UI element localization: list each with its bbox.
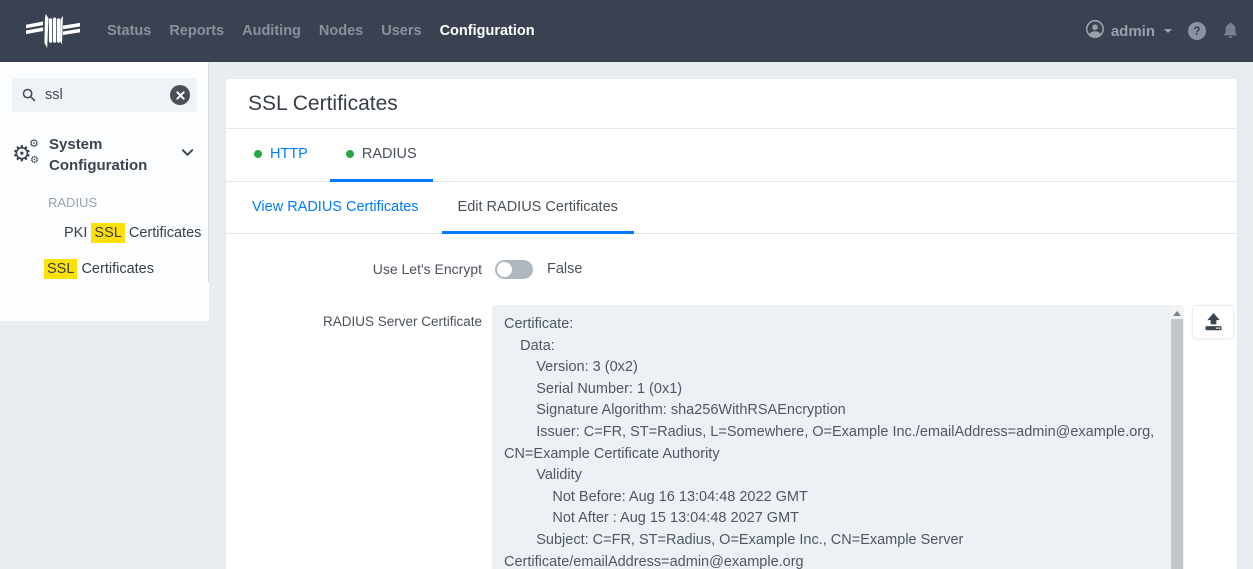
- subtab-edit-radius-certificates[interactable]: Edit RADIUS Certificates: [442, 182, 634, 234]
- scrollbar-thumb[interactable]: [1171, 319, 1183, 569]
- nav-item-configuration[interactable]: Configuration: [431, 17, 544, 45]
- scroll-up-arrow-icon[interactable]: [1173, 311, 1181, 316]
- nav-item-users[interactable]: Users: [372, 17, 430, 45]
- search-highlight: SSL: [91, 223, 124, 243]
- upload-certificate-button[interactable]: [1192, 305, 1234, 339]
- subtabs-row: View RADIUS Certificates Edit RADIUS Cer…: [226, 182, 1237, 234]
- packetfence-logo-icon[interactable]: [26, 8, 82, 54]
- nav-item-auditing[interactable]: Auditing: [233, 17, 310, 45]
- certificate-scrollbar[interactable]: [1170, 305, 1184, 569]
- chevron-down-icon: [180, 145, 195, 165]
- main-card: SSL Certificates HTTP RADIUS View RADIUS…: [225, 78, 1238, 569]
- top-navbar: Status Reports Auditing Nodes Users Conf…: [0, 0, 1253, 62]
- svg-text:?: ?: [1193, 24, 1200, 38]
- system-configuration-label: System Configuration: [49, 134, 176, 176]
- search-icon: [22, 88, 36, 102]
- certificate-field-wrapper: Certificate: Data: Version: 3 (0x2) Seri…: [492, 305, 1184, 569]
- sidebar-item-pki-ssl-certificates[interactable]: PKI SSL Certificates: [64, 225, 209, 241]
- notifications-bell-icon[interactable]: [1222, 22, 1239, 40]
- help-button[interactable]: ?: [1188, 22, 1206, 40]
- lets-encrypt-row: Use Let's Encrypt False: [226, 250, 1237, 288]
- sidebar-group-radius: RADIUS: [48, 195, 209, 210]
- sidebar: ⚙ ⚙ ⚙ System Configuration RADIUS PKI SS…: [0, 62, 209, 321]
- page-title: SSL Certificates: [248, 92, 398, 116]
- sidebar-item-ssl-certificates[interactable]: SSL Certificates: [44, 261, 209, 277]
- search-input[interactable]: [45, 87, 170, 103]
- status-dot-icon: [254, 150, 262, 158]
- navbar-right: admin ?: [1086, 20, 1239, 43]
- nav-item-status[interactable]: Status: [98, 17, 160, 45]
- edit-radius-form: Use Let's Encrypt False RADIUS Server Ce…: [226, 234, 1237, 569]
- chevron-down-icon: [1164, 29, 1172, 33]
- tabs-row: HTTP RADIUS: [226, 129, 1237, 182]
- subtab-view-radius-certificates[interactable]: View RADIUS Certificates: [236, 182, 435, 234]
- search-highlight: SSL: [44, 259, 77, 279]
- gears-icon: ⚙ ⚙ ⚙: [12, 140, 42, 170]
- tab-radius[interactable]: RADIUS: [330, 129, 433, 182]
- nav-item-reports[interactable]: Reports: [160, 17, 233, 45]
- lets-encrypt-toggle[interactable]: [495, 260, 533, 279]
- status-dot-icon: [346, 150, 354, 158]
- nav-item-nodes[interactable]: Nodes: [310, 17, 372, 45]
- tab-http[interactable]: HTTP: [238, 129, 324, 182]
- sidebar-divider: [208, 62, 209, 282]
- sidebar-item-system-configuration[interactable]: ⚙ ⚙ ⚙ System Configuration: [0, 134, 209, 176]
- person-circle-icon: [1086, 20, 1104, 43]
- main-nav: Status Reports Auditing Nodes Users Conf…: [98, 17, 544, 45]
- certificate-row: RADIUS Server Certificate Certificate: D…: [226, 305, 1237, 569]
- radius-server-certificate-input[interactable]: Certificate: Data: Version: 3 (0x2) Seri…: [492, 305, 1184, 569]
- user-name: admin: [1111, 23, 1155, 40]
- clear-search-button[interactable]: [170, 85, 190, 105]
- lets-encrypt-value: False: [547, 261, 582, 277]
- lets-encrypt-label: Use Let's Encrypt: [226, 261, 482, 277]
- sidebar-search: [12, 78, 197, 112]
- toggle-knob: [497, 262, 512, 277]
- card-header: SSL Certificates: [226, 79, 1237, 129]
- radius-server-certificate-label: RADIUS Server Certificate: [226, 305, 482, 329]
- user-menu[interactable]: admin: [1086, 20, 1172, 43]
